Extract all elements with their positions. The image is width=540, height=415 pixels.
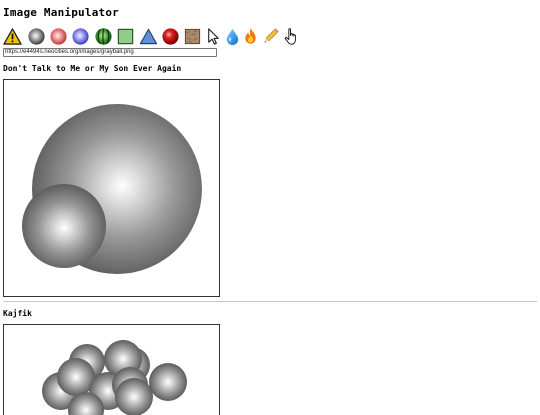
water-drop-icon[interactable] bbox=[223, 27, 242, 46]
section-title: Don't Talk to Me or My Son Ever Again bbox=[3, 64, 182, 73]
image-canvas[interactable] bbox=[3, 324, 220, 415]
section-divider bbox=[3, 301, 537, 302]
green-square-icon[interactable] bbox=[116, 27, 135, 46]
app-title: Image Manipulator bbox=[3, 6, 119, 19]
image-canvas[interactable] bbox=[3, 79, 220, 297]
section-title: Kajfik bbox=[3, 309, 32, 318]
texture-square-icon[interactable] bbox=[183, 27, 202, 46]
pencil-icon[interactable] bbox=[261, 27, 280, 46]
gray-ball-icon[interactable] bbox=[27, 27, 46, 46]
canvas-drawing bbox=[22, 104, 202, 274]
image-url-input[interactable] bbox=[3, 48, 217, 57]
cursor-arrow-icon[interactable] bbox=[204, 27, 223, 46]
canvas-drawing bbox=[42, 340, 187, 415]
warning-icon[interactable] bbox=[3, 27, 22, 46]
fire-icon[interactable] bbox=[241, 27, 260, 46]
small-ball[interactable] bbox=[22, 184, 106, 268]
ball[interactable] bbox=[149, 363, 187, 401]
blue-ball-icon[interactable] bbox=[71, 27, 90, 46]
pink-ball-icon[interactable] bbox=[49, 27, 68, 46]
blue-triangle-icon[interactable] bbox=[139, 27, 158, 46]
hand-pointer-icon[interactable] bbox=[282, 27, 301, 46]
watermelon-icon[interactable] bbox=[94, 27, 113, 46]
red-ball-icon[interactable] bbox=[161, 27, 180, 46]
ball[interactable] bbox=[115, 378, 153, 415]
